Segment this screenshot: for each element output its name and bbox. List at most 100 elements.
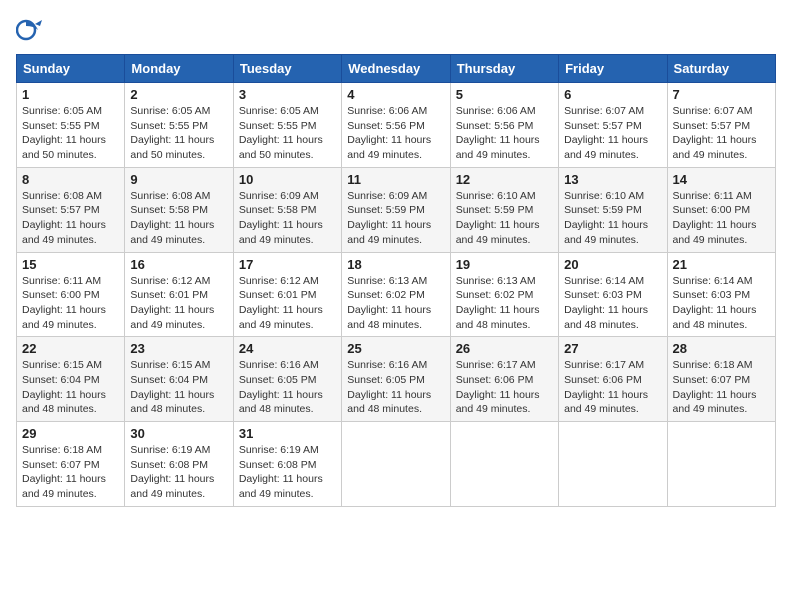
calendar-cell: 2 Sunrise: 6:05 AMSunset: 5:55 PMDayligh… bbox=[125, 83, 233, 168]
day-info: Sunrise: 6:05 AMSunset: 5:55 PMDaylight:… bbox=[239, 104, 336, 163]
day-number: 12 bbox=[456, 172, 553, 187]
day-number: 25 bbox=[347, 341, 444, 356]
calendar-cell: 26 Sunrise: 6:17 AMSunset: 6:06 PMDaylig… bbox=[450, 337, 558, 422]
day-info: Sunrise: 6:19 AMSunset: 6:08 PMDaylight:… bbox=[239, 443, 336, 502]
calendar-cell: 1 Sunrise: 6:05 AMSunset: 5:55 PMDayligh… bbox=[17, 83, 125, 168]
day-info: Sunrise: 6:14 AMSunset: 6:03 PMDaylight:… bbox=[673, 274, 770, 333]
calendar-cell: 22 Sunrise: 6:15 AMSunset: 6:04 PMDaylig… bbox=[17, 337, 125, 422]
calendar-cell: 16 Sunrise: 6:12 AMSunset: 6:01 PMDaylig… bbox=[125, 252, 233, 337]
day-number: 27 bbox=[564, 341, 661, 356]
calendar-cell: 28 Sunrise: 6:18 AMSunset: 6:07 PMDaylig… bbox=[667, 337, 775, 422]
day-info: Sunrise: 6:14 AMSunset: 6:03 PMDaylight:… bbox=[564, 274, 661, 333]
calendar-cell: 7 Sunrise: 6:07 AMSunset: 5:57 PMDayligh… bbox=[667, 83, 775, 168]
day-number: 23 bbox=[130, 341, 227, 356]
day-number: 7 bbox=[673, 87, 770, 102]
calendar-cell: 6 Sunrise: 6:07 AMSunset: 5:57 PMDayligh… bbox=[559, 83, 667, 168]
day-info: Sunrise: 6:13 AMSunset: 6:02 PMDaylight:… bbox=[347, 274, 444, 333]
calendar-cell: 12 Sunrise: 6:10 AMSunset: 5:59 PMDaylig… bbox=[450, 167, 558, 252]
calendar-cell: 27 Sunrise: 6:17 AMSunset: 6:06 PMDaylig… bbox=[559, 337, 667, 422]
day-number: 11 bbox=[347, 172, 444, 187]
day-number: 24 bbox=[239, 341, 336, 356]
calendar-cell: 11 Sunrise: 6:09 AMSunset: 5:59 PMDaylig… bbox=[342, 167, 450, 252]
calendar-cell: 21 Sunrise: 6:14 AMSunset: 6:03 PMDaylig… bbox=[667, 252, 775, 337]
day-number: 10 bbox=[239, 172, 336, 187]
calendar-cell: 25 Sunrise: 6:16 AMSunset: 6:05 PMDaylig… bbox=[342, 337, 450, 422]
day-info: Sunrise: 6:13 AMSunset: 6:02 PMDaylight:… bbox=[456, 274, 553, 333]
day-info: Sunrise: 6:18 AMSunset: 6:07 PMDaylight:… bbox=[673, 358, 770, 417]
day-info: Sunrise: 6:11 AMSunset: 6:00 PMDaylight:… bbox=[673, 189, 770, 248]
day-info: Sunrise: 6:15 AMSunset: 6:04 PMDaylight:… bbox=[22, 358, 119, 417]
day-number: 22 bbox=[22, 341, 119, 356]
page-header bbox=[16, 16, 776, 44]
day-info: Sunrise: 6:16 AMSunset: 6:05 PMDaylight:… bbox=[347, 358, 444, 417]
day-number: 5 bbox=[456, 87, 553, 102]
day-number: 29 bbox=[22, 426, 119, 441]
day-number: 21 bbox=[673, 257, 770, 272]
calendar-cell: 20 Sunrise: 6:14 AMSunset: 6:03 PMDaylig… bbox=[559, 252, 667, 337]
day-number: 2 bbox=[130, 87, 227, 102]
column-header-wednesday: Wednesday bbox=[342, 55, 450, 83]
column-header-sunday: Sunday bbox=[17, 55, 125, 83]
column-header-saturday: Saturday bbox=[667, 55, 775, 83]
day-number: 3 bbox=[239, 87, 336, 102]
calendar-week-row: 29 Sunrise: 6:18 AMSunset: 6:07 PMDaylig… bbox=[17, 422, 776, 507]
calendar-cell: 3 Sunrise: 6:05 AMSunset: 5:55 PMDayligh… bbox=[233, 83, 341, 168]
calendar-cell: 30 Sunrise: 6:19 AMSunset: 6:08 PMDaylig… bbox=[125, 422, 233, 507]
day-number: 9 bbox=[130, 172, 227, 187]
day-number: 4 bbox=[347, 87, 444, 102]
calendar-cell: 24 Sunrise: 6:16 AMSunset: 6:05 PMDaylig… bbox=[233, 337, 341, 422]
day-info: Sunrise: 6:05 AMSunset: 5:55 PMDaylight:… bbox=[130, 104, 227, 163]
day-info: Sunrise: 6:10 AMSunset: 5:59 PMDaylight:… bbox=[456, 189, 553, 248]
day-number: 13 bbox=[564, 172, 661, 187]
column-header-tuesday: Tuesday bbox=[233, 55, 341, 83]
calendar-cell: 15 Sunrise: 6:11 AMSunset: 6:00 PMDaylig… bbox=[17, 252, 125, 337]
calendar-header-row: SundayMondayTuesdayWednesdayThursdayFrid… bbox=[17, 55, 776, 83]
day-number: 6 bbox=[564, 87, 661, 102]
day-number: 15 bbox=[22, 257, 119, 272]
calendar-cell: 23 Sunrise: 6:15 AMSunset: 6:04 PMDaylig… bbox=[125, 337, 233, 422]
day-info: Sunrise: 6:15 AMSunset: 6:04 PMDaylight:… bbox=[130, 358, 227, 417]
calendar-cell bbox=[667, 422, 775, 507]
calendar-week-row: 1 Sunrise: 6:05 AMSunset: 5:55 PMDayligh… bbox=[17, 83, 776, 168]
day-info: Sunrise: 6:06 AMSunset: 5:56 PMDaylight:… bbox=[347, 104, 444, 163]
day-number: 1 bbox=[22, 87, 119, 102]
day-info: Sunrise: 6:05 AMSunset: 5:55 PMDaylight:… bbox=[22, 104, 119, 163]
logo-icon bbox=[16, 16, 44, 44]
day-number: 17 bbox=[239, 257, 336, 272]
day-number: 18 bbox=[347, 257, 444, 272]
logo bbox=[16, 16, 46, 44]
day-info: Sunrise: 6:08 AMSunset: 5:58 PMDaylight:… bbox=[130, 189, 227, 248]
calendar-cell: 31 Sunrise: 6:19 AMSunset: 6:08 PMDaylig… bbox=[233, 422, 341, 507]
day-info: Sunrise: 6:06 AMSunset: 5:56 PMDaylight:… bbox=[456, 104, 553, 163]
day-info: Sunrise: 6:09 AMSunset: 5:58 PMDaylight:… bbox=[239, 189, 336, 248]
column-header-friday: Friday bbox=[559, 55, 667, 83]
calendar-cell: 29 Sunrise: 6:18 AMSunset: 6:07 PMDaylig… bbox=[17, 422, 125, 507]
calendar-cell: 17 Sunrise: 6:12 AMSunset: 6:01 PMDaylig… bbox=[233, 252, 341, 337]
calendar-cell: 4 Sunrise: 6:06 AMSunset: 5:56 PMDayligh… bbox=[342, 83, 450, 168]
day-number: 16 bbox=[130, 257, 227, 272]
day-info: Sunrise: 6:17 AMSunset: 6:06 PMDaylight:… bbox=[456, 358, 553, 417]
calendar-cell: 18 Sunrise: 6:13 AMSunset: 6:02 PMDaylig… bbox=[342, 252, 450, 337]
day-info: Sunrise: 6:11 AMSunset: 6:00 PMDaylight:… bbox=[22, 274, 119, 333]
calendar-cell: 14 Sunrise: 6:11 AMSunset: 6:00 PMDaylig… bbox=[667, 167, 775, 252]
day-number: 31 bbox=[239, 426, 336, 441]
calendar-week-row: 22 Sunrise: 6:15 AMSunset: 6:04 PMDaylig… bbox=[17, 337, 776, 422]
day-number: 30 bbox=[130, 426, 227, 441]
day-number: 26 bbox=[456, 341, 553, 356]
day-number: 20 bbox=[564, 257, 661, 272]
calendar-cell bbox=[342, 422, 450, 507]
day-info: Sunrise: 6:18 AMSunset: 6:07 PMDaylight:… bbox=[22, 443, 119, 502]
day-number: 28 bbox=[673, 341, 770, 356]
calendar-cell: 9 Sunrise: 6:08 AMSunset: 5:58 PMDayligh… bbox=[125, 167, 233, 252]
day-number: 8 bbox=[22, 172, 119, 187]
calendar-week-row: 15 Sunrise: 6:11 AMSunset: 6:00 PMDaylig… bbox=[17, 252, 776, 337]
calendar-table: SundayMondayTuesdayWednesdayThursdayFrid… bbox=[16, 54, 776, 507]
day-info: Sunrise: 6:07 AMSunset: 5:57 PMDaylight:… bbox=[564, 104, 661, 163]
day-info: Sunrise: 6:07 AMSunset: 5:57 PMDaylight:… bbox=[673, 104, 770, 163]
day-info: Sunrise: 6:09 AMSunset: 5:59 PMDaylight:… bbox=[347, 189, 444, 248]
calendar-cell: 5 Sunrise: 6:06 AMSunset: 5:56 PMDayligh… bbox=[450, 83, 558, 168]
calendar-cell bbox=[559, 422, 667, 507]
day-info: Sunrise: 6:12 AMSunset: 6:01 PMDaylight:… bbox=[239, 274, 336, 333]
day-info: Sunrise: 6:19 AMSunset: 6:08 PMDaylight:… bbox=[130, 443, 227, 502]
day-info: Sunrise: 6:17 AMSunset: 6:06 PMDaylight:… bbox=[564, 358, 661, 417]
